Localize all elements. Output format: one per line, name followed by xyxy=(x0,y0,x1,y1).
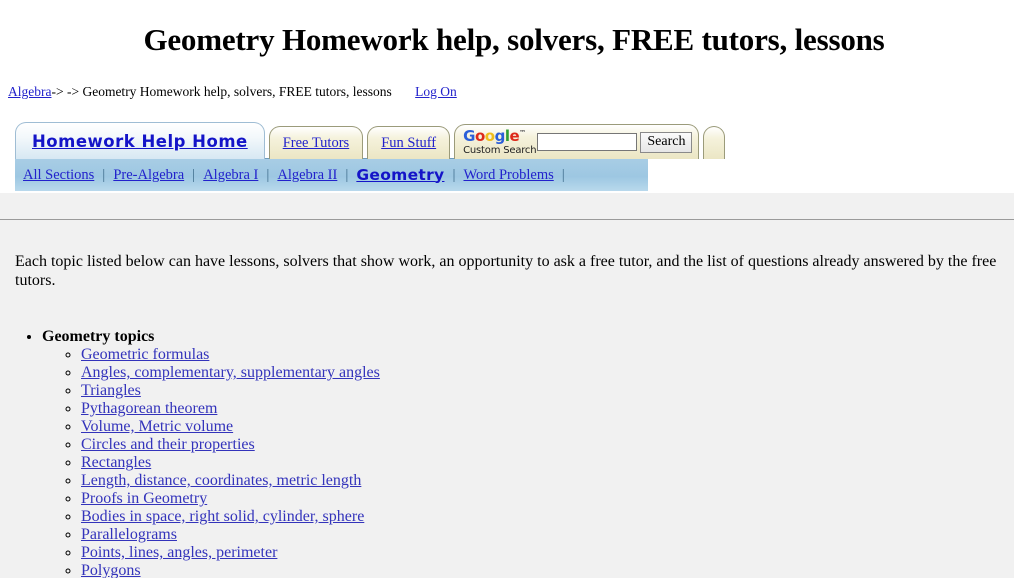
breadcrumb-current: Geometry Homework help, solvers, FREE tu… xyxy=(82,84,392,99)
list-item[interactable]: Bodies in space, right solid, cylinder, … xyxy=(81,508,1014,526)
tab-fun-stuff-label[interactable]: Fun Stuff xyxy=(381,135,436,152)
subnav-item-geometry[interactable]: Geometry xyxy=(349,166,451,185)
list-item[interactable]: Parallelograms xyxy=(81,526,1014,544)
topic-link-proofs-in-geometry[interactable]: Proofs in Geometry xyxy=(81,490,207,507)
section-navigation: All Sections | Pre-Algebra | Algebra I |… xyxy=(15,158,648,191)
list-item[interactable]: Proofs in Geometry xyxy=(81,490,1014,508)
topic-link-geometric-formulas[interactable]: Geometric formulas xyxy=(81,346,209,363)
topic-link-parallelograms[interactable]: Parallelograms xyxy=(81,526,177,543)
topic-link-pythagorean-theorem[interactable]: Pythagorean theorem xyxy=(81,400,217,417)
subnav-divider: | xyxy=(561,166,565,183)
list-item[interactable]: Volume, Metric volume xyxy=(81,418,1014,436)
search-button[interactable]: Search xyxy=(640,131,693,153)
list-item[interactable]: Rectangles xyxy=(81,454,1014,472)
content-top-spacer xyxy=(0,193,1014,219)
subnav-link-pre-algebra[interactable]: Pre-Algebra xyxy=(113,167,184,183)
topic-link-triangles[interactable]: Triangles xyxy=(81,382,141,399)
subnav-item-all-sections[interactable]: All Sections xyxy=(16,166,101,184)
topic-link-polygons[interactable]: Polygons xyxy=(81,562,141,578)
list-item[interactable]: Angles, complementary, supplementary ang… xyxy=(81,364,1014,382)
subnav-link-word-problems[interactable]: Word Problems xyxy=(463,167,553,183)
content-divider xyxy=(0,219,1014,220)
search-input[interactable] xyxy=(537,133,638,151)
topic-link-points-lines-angles[interactable]: Points, lines, angles, perimeter xyxy=(81,544,277,561)
tab-navigation: Homework Help Home Free Tutors Fun Stuff… xyxy=(0,122,1028,194)
tab-homework-help-home-label[interactable]: Homework Help Home xyxy=(32,132,248,151)
tab-fun-stuff[interactable]: Fun Stuff xyxy=(367,126,451,159)
topic-link-angles[interactable]: Angles, complementary, supplementary ang… xyxy=(81,364,380,381)
breadcrumb-arrow-1: -> xyxy=(51,84,64,99)
log-on-link[interactable]: Log On xyxy=(415,84,457,99)
tab-free-tutors-label[interactable]: Free Tutors xyxy=(283,135,349,152)
subnav-item-algebra-i[interactable]: Algebra I xyxy=(196,166,265,184)
breadcrumb: Algebra-> -> Geometry Homework help, sol… xyxy=(0,58,1028,100)
list-item[interactable]: Polygons xyxy=(81,562,1014,578)
geometry-topics-sublist: Geometric formulas Angles, complementary… xyxy=(42,346,1014,578)
topic-link-length-distance[interactable]: Length, distance, coordinates, metric le… xyxy=(81,472,361,489)
google-custom-search: Google™ Custom Search Search xyxy=(463,126,693,156)
topics-section-heading-item: Geometry topics Geometric formulas Angle… xyxy=(42,328,1014,578)
topic-link-volume[interactable]: Volume, Metric volume xyxy=(81,418,233,435)
subnav-item-word-problems[interactable]: Word Problems xyxy=(456,166,560,184)
subnav-link-algebra-ii[interactable]: Algebra II xyxy=(277,167,337,183)
page-title: Geometry Homework help, solvers, FREE tu… xyxy=(143,22,885,57)
breadcrumb-link-algebra[interactable]: Algebra xyxy=(8,84,51,99)
intro-paragraph: Each topic listed below can have lessons… xyxy=(15,253,997,289)
list-item[interactable]: Circles and their properties xyxy=(81,436,1014,454)
tab-list: Homework Help Home Free Tutors Fun Stuff… xyxy=(15,122,729,159)
breadcrumb-arrow-2: -> xyxy=(66,84,80,99)
topic-link-rectangles[interactable]: Rectangles xyxy=(81,454,151,471)
list-item[interactable]: Pythagorean theorem xyxy=(81,400,1014,418)
subnav-item-algebra-ii[interactable]: Algebra II xyxy=(270,166,344,184)
subnav-item-pre-algebra[interactable]: Pre-Algebra xyxy=(106,166,191,184)
tab-google-custom-search: Google™ Custom Search Search xyxy=(454,124,700,159)
google-logo-wordmark: Google™ xyxy=(463,126,527,145)
tab-overflow-stub[interactable] xyxy=(703,126,726,159)
subnav-link-geometry[interactable]: Geometry xyxy=(356,166,444,184)
subnav-link-algebra-i[interactable]: Algebra I xyxy=(203,167,258,183)
tab-homework-help-home[interactable]: Homework Help Home xyxy=(15,122,265,159)
topic-link-bodies-in-space[interactable]: Bodies in space, right solid, cylinder, … xyxy=(81,508,364,525)
google-custom-search-label: Custom Search xyxy=(463,144,537,156)
list-item[interactable]: Length, distance, coordinates, metric le… xyxy=(81,472,1014,490)
tab-free-tutors[interactable]: Free Tutors xyxy=(268,126,364,159)
subnav-link-all-sections[interactable]: All Sections xyxy=(23,167,94,183)
trademark-icon: ™ xyxy=(519,128,527,137)
list-item[interactable]: Triangles xyxy=(81,382,1014,400)
list-item[interactable]: Points, lines, angles, perimeter xyxy=(81,544,1014,562)
topics-list: Geometry topics Geometric formulas Angle… xyxy=(0,306,1014,578)
google-logo-icon: Google™ Custom Search xyxy=(463,126,537,156)
main-content-panel: Each topic listed below can have lessons… xyxy=(0,193,1014,578)
list-item[interactable]: Geometric formulas xyxy=(81,346,1014,364)
topic-link-circles[interactable]: Circles and their properties xyxy=(81,436,255,453)
topics-section-heading: Geometry topics xyxy=(42,328,155,345)
